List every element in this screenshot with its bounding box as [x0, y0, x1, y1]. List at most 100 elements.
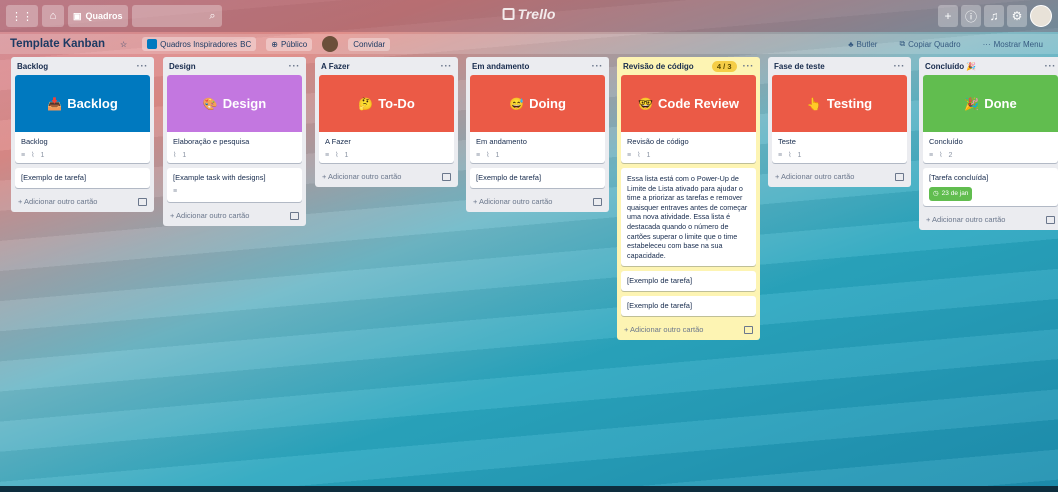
- attachment-icon: ⌇: [173, 152, 177, 159]
- attachment-icon: ⌇: [939, 152, 943, 159]
- boards-icon: ▣: [73, 10, 82, 21]
- task-card[interactable]: [Example task with designs] ≡: [167, 168, 302, 202]
- card-badges: ≡ ⌇ 2: [929, 151, 1052, 160]
- add-card-button[interactable]: + Adicionar outro cartão: [772, 168, 907, 183]
- list-title[interactable]: Concluído 🎉: [925, 62, 976, 71]
- card-cover: 😅 Doing: [470, 75, 605, 132]
- invite-button[interactable]: Convidar: [348, 37, 391, 51]
- attachment-count: 1: [797, 151, 802, 159]
- team-button[interactable]: Quadros Inspiradores BC: [142, 37, 257, 51]
- card-badges: ≡ ⌇ 1: [476, 151, 599, 160]
- trello-logo-text: Trello: [517, 6, 556, 22]
- user-avatar[interactable]: [1030, 5, 1052, 27]
- add-card-label: + Adicionar outro cartão: [624, 325, 704, 335]
- task-card[interactable]: [Exemplo de tarefa]: [15, 168, 150, 188]
- template-icon[interactable]: [1046, 215, 1055, 224]
- boards-button[interactable]: ▣ Quadros: [68, 5, 128, 27]
- list-menu-icon[interactable]: ···: [137, 61, 149, 72]
- list-header[interactable]: Fase de teste ···: [772, 57, 907, 75]
- show-menu-button[interactable]: ··· Mostrar Menu: [978, 37, 1048, 51]
- description-icon: ≡: [173, 188, 178, 195]
- description-card[interactable]: Essa lista está com o Power-Up de Limite…: [621, 168, 756, 267]
- card-badges: ≡: [173, 187, 296, 197]
- add-card-button[interactable]: + Adicionar outro cartão: [15, 193, 150, 208]
- card-badges: ≡ ⌇ 1: [325, 151, 448, 160]
- cover-card[interactable]: 🎉 Done Concluído ≡ ⌇ 2: [923, 75, 1058, 163]
- list-header[interactable]: Em andamento ···: [470, 57, 605, 75]
- add-card-button[interactable]: + Adicionar outro cartão: [923, 211, 1058, 226]
- description-icon: ≡: [325, 151, 330, 159]
- cover-card[interactable]: 😅 Doing Em andamento ≡ ⌇ 1: [470, 75, 605, 163]
- card-title: Revisão de código: [627, 137, 689, 146]
- member-avatar[interactable]: [322, 36, 339, 52]
- task-card[interactable]: [Exemplo de tarefa]: [621, 296, 756, 317]
- list-revisao-de-codigo: Revisão de código 4 / 3 ··· 🤓 Code Revie…: [617, 57, 760, 341]
- template-icon[interactable]: [895, 172, 904, 181]
- add-card-button[interactable]: + Adicionar outro cartão: [167, 207, 302, 222]
- template-icon[interactable]: [442, 172, 451, 181]
- more-icon: ···: [982, 39, 991, 49]
- task-card[interactable]: [Tarefa concluída] ◷ 23 de jan: [923, 168, 1058, 206]
- notifications-icon[interactable]: ♫: [984, 5, 1004, 27]
- add-card-button[interactable]: + Adicionar outro cartão: [470, 193, 605, 208]
- list-header[interactable]: Backlog ···: [15, 57, 150, 75]
- attachment-icon: ⌇: [788, 152, 792, 159]
- cover-title: Testing: [826, 96, 873, 111]
- list-menu-icon[interactable]: ···: [289, 61, 301, 72]
- list-title[interactable]: Revisão de código: [623, 62, 694, 71]
- home-icon[interactable]: ⌂: [42, 5, 64, 27]
- copy-board-label: Copiar Quadro: [908, 39, 961, 49]
- template-icon[interactable]: [744, 325, 753, 334]
- card-badges: ≡ ⌇ 1: [21, 151, 144, 160]
- template-icon[interactable]: [290, 211, 299, 220]
- attachment-count: 1: [40, 151, 45, 159]
- attachment-icon: ⌇: [637, 152, 641, 159]
- add-card-button[interactable]: + Adicionar outro cartão: [319, 168, 454, 183]
- due-date-badge[interactable]: ◷ 23 de jan: [929, 187, 973, 201]
- copy-board-button[interactable]: ⧉ Copiar Quadro: [894, 37, 965, 51]
- list-a-fazer: A Fazer ··· 🤔 To-Do A Fazer ≡ ⌇ 1 + Adic…: [315, 57, 458, 187]
- globe-icon: ⊕: [271, 39, 278, 49]
- board-title[interactable]: Template Kanban: [10, 38, 105, 50]
- apps-icon[interactable]: ⋮⋮: [6, 5, 38, 27]
- list-header[interactable]: Revisão de código 4 / 3 ···: [621, 57, 756, 75]
- trello-logo[interactable]: Trello: [502, 6, 556, 22]
- list-menu-icon[interactable]: ···: [592, 61, 604, 72]
- list-title[interactable]: Fase de teste: [774, 62, 825, 71]
- list-header[interactable]: A Fazer ···: [319, 57, 454, 75]
- settings-icon[interactable]: ⚙: [1007, 5, 1027, 27]
- list-menu-icon[interactable]: ···: [743, 61, 755, 72]
- task-card[interactable]: [Exemplo de tarefa]: [470, 168, 605, 188]
- list-menu-icon[interactable]: ···: [1045, 61, 1057, 72]
- board-header: Template Kanban ☆ Quadros Inspiradores B…: [0, 34, 1058, 54]
- info-icon[interactable]: ⓘ: [961, 5, 981, 27]
- template-icon[interactable]: [593, 197, 602, 206]
- copy-icon: ⧉: [899, 39, 906, 48]
- list-concluido: Concluído 🎉 ··· 🎉 Done Concluído ≡ ⌇ 2 […: [919, 57, 1058, 230]
- list-header[interactable]: Concluído 🎉 ···: [923, 57, 1058, 75]
- list-title[interactable]: Design: [169, 62, 196, 71]
- add-card-button[interactable]: + Adicionar outro cartão: [621, 321, 756, 336]
- attachment-icon: ⌇: [31, 152, 35, 159]
- list-menu-icon[interactable]: ···: [441, 61, 453, 72]
- cover-card[interactable]: 👆 Testing Teste ≡ ⌇ 1: [772, 75, 907, 163]
- task-card[interactable]: [Exemplo de tarefa]: [621, 271, 756, 292]
- create-button[interactable]: +: [938, 5, 958, 27]
- butler-button[interactable]: ♣ Butler: [843, 37, 882, 51]
- star-icon[interactable]: ☆: [115, 38, 132, 51]
- cover-card[interactable]: 🤓 Code Review Revisão de código ≡ ⌇ 1: [621, 75, 756, 163]
- cover-card[interactable]: 🤔 To-Do A Fazer ≡ ⌇ 1: [319, 75, 454, 163]
- cover-card[interactable]: 🎨 Design Elaboração e pesquisa ⌇ 1: [167, 75, 302, 163]
- list-title[interactable]: Backlog: [17, 62, 48, 71]
- list-limit-badge: 4 / 3: [711, 60, 737, 72]
- list-title[interactable]: A Fazer: [321, 62, 350, 71]
- list-title[interactable]: Em andamento: [472, 62, 529, 71]
- list-menu-icon[interactable]: ···: [894, 61, 906, 72]
- clock-icon: ◷: [933, 190, 939, 197]
- visibility-button[interactable]: ⊕ Público: [266, 37, 313, 51]
- search-input[interactable]: ⌕: [131, 5, 222, 27]
- cover-title: Backlog: [67, 96, 118, 111]
- template-icon[interactable]: [138, 197, 147, 206]
- list-header[interactable]: Design ···: [167, 57, 302, 75]
- cover-card[interactable]: 📥 Backlog Backlog ≡ ⌇ 1: [15, 75, 150, 163]
